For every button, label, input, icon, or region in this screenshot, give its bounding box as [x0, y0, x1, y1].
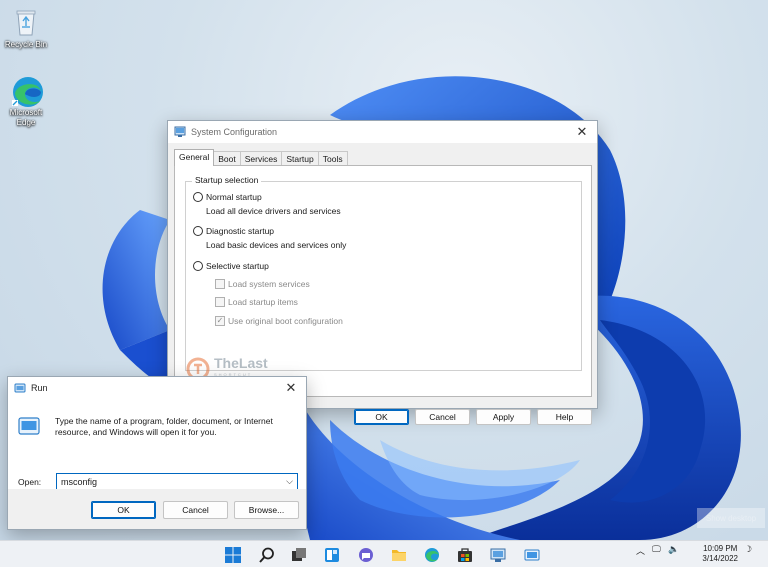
load-startup-items-checkbox[interactable]: Load startup items [215, 297, 298, 307]
checkbox-label: Load system services [228, 279, 310, 289]
clock[interactable]: 10:09 PM 3/14/2022 [702, 544, 738, 564]
selective-startup-radio[interactable]: Selective startup [193, 261, 269, 271]
browse-button[interactable]: Browse... [234, 501, 299, 519]
cancel-button[interactable]: Cancel [163, 501, 228, 519]
title-bar[interactable]: System Configuration ✕ [168, 121, 597, 143]
clock-date: 3/14/2022 [702, 554, 738, 563]
desktop-icon-edge[interactable]: Microsoft Edge [2, 74, 50, 128]
msconfig-icon [174, 126, 186, 138]
radio-label: Selective startup [206, 261, 269, 271]
option-description: Load all device drivers and services [206, 206, 341, 216]
chat-icon[interactable] [357, 546, 375, 564]
tab-strip: General Boot Services Startup Tools [174, 149, 348, 166]
run-footer: OK Cancel Browse... [8, 489, 306, 529]
search-icon[interactable] [258, 546, 276, 564]
file-explorer-icon[interactable] [390, 546, 408, 564]
option-description: Load basic devices and services only [206, 240, 347, 250]
title-bar[interactable]: Run ✕ [8, 377, 306, 399]
chevron-down-icon[interactable]: ⌵ [286, 476, 293, 487]
watermark-brand: TheLast [214, 355, 268, 371]
checkbox-checked[interactable]: ✓ [215, 316, 225, 326]
widgets-icon[interactable] [323, 546, 341, 564]
store-icon[interactable] [456, 546, 474, 564]
run-dialog: Run ✕ Type the name of a program, folder… [7, 376, 307, 530]
desktop-icon-label: Microsoft Edge [9, 108, 43, 127]
tab-tools[interactable]: Tools [317, 151, 348, 166]
run-program-icon [18, 417, 40, 437]
msconfig-icon[interactable] [489, 546, 507, 564]
desktop-icon-recycle-bin[interactable]: Recycle Bin [2, 6, 50, 50]
task-view-icon[interactable] [290, 546, 308, 564]
ok-button[interactable]: OK [91, 501, 156, 519]
close-icon[interactable]: ✕ [282, 379, 300, 397]
close-icon[interactable]: ✕ [573, 123, 591, 141]
checkbox-label: Load startup items [228, 297, 298, 307]
run-body: Type the name of a program, folder, docu… [8, 399, 306, 529]
network-icon[interactable]: 🖵 [652, 544, 661, 555]
run-icon [14, 382, 26, 394]
tab-general[interactable]: General [174, 149, 215, 166]
run-message: Type the name of a program, folder, docu… [55, 416, 273, 437]
apply-button[interactable]: Apply [476, 409, 531, 425]
ok-button[interactable]: OK [354, 409, 409, 425]
cancel-button[interactable]: Cancel [415, 409, 470, 425]
checkbox[interactable] [215, 279, 225, 289]
radio-label: Normal startup [206, 192, 262, 202]
edge-icon[interactable] [423, 546, 441, 564]
radio-button[interactable] [193, 261, 203, 271]
clock-time: 10:09 PM [703, 544, 738, 553]
tab-startup[interactable]: Startup [281, 151, 319, 166]
open-input[interactable]: msconfig ⌵ [56, 473, 298, 490]
tab-services[interactable]: Services [239, 151, 283, 166]
window-title: System Configuration [191, 127, 278, 137]
open-input-value: msconfig [61, 476, 98, 487]
radio-button[interactable] [193, 192, 203, 202]
radio-label: Diagnostic startup [206, 226, 275, 236]
normal-startup-radio[interactable]: Normal startup [193, 192, 262, 202]
desktop-icon-label: Recycle Bin [4, 40, 48, 49]
recycle-bin-icon [10, 6, 42, 38]
checkbox-label: Use original boot configuration [228, 316, 343, 326]
load-system-services-checkbox[interactable]: Load system services [215, 279, 310, 289]
tab-boot[interactable]: Boot [213, 151, 241, 166]
run-icon[interactable] [523, 546, 541, 564]
show-desktop-button[interactable]: Show desktop [697, 508, 765, 528]
use-original-boot-config-checkbox[interactable]: ✓ Use original boot configuration [215, 316, 343, 326]
help-button[interactable]: Help [537, 409, 592, 425]
group-label: Startup selection [192, 175, 262, 185]
chevron-up-icon[interactable]: ︿ [636, 544, 645, 557]
diagnostic-startup-radio[interactable]: Diagnostic startup [193, 226, 274, 236]
volume-icon[interactable]: 🔈 [668, 544, 679, 555]
start-icon[interactable] [224, 546, 242, 564]
window-title: Run [31, 383, 48, 393]
checkbox[interactable] [215, 297, 225, 307]
taskbar: ︿ 🖵 🔈 10:09 PM 3/14/2022 ☽ [0, 540, 768, 567]
radio-button[interactable] [193, 226, 203, 236]
open-label: Open: [18, 477, 42, 487]
notification-icon[interactable]: ☽ [744, 544, 752, 555]
edge-icon [10, 74, 43, 107]
